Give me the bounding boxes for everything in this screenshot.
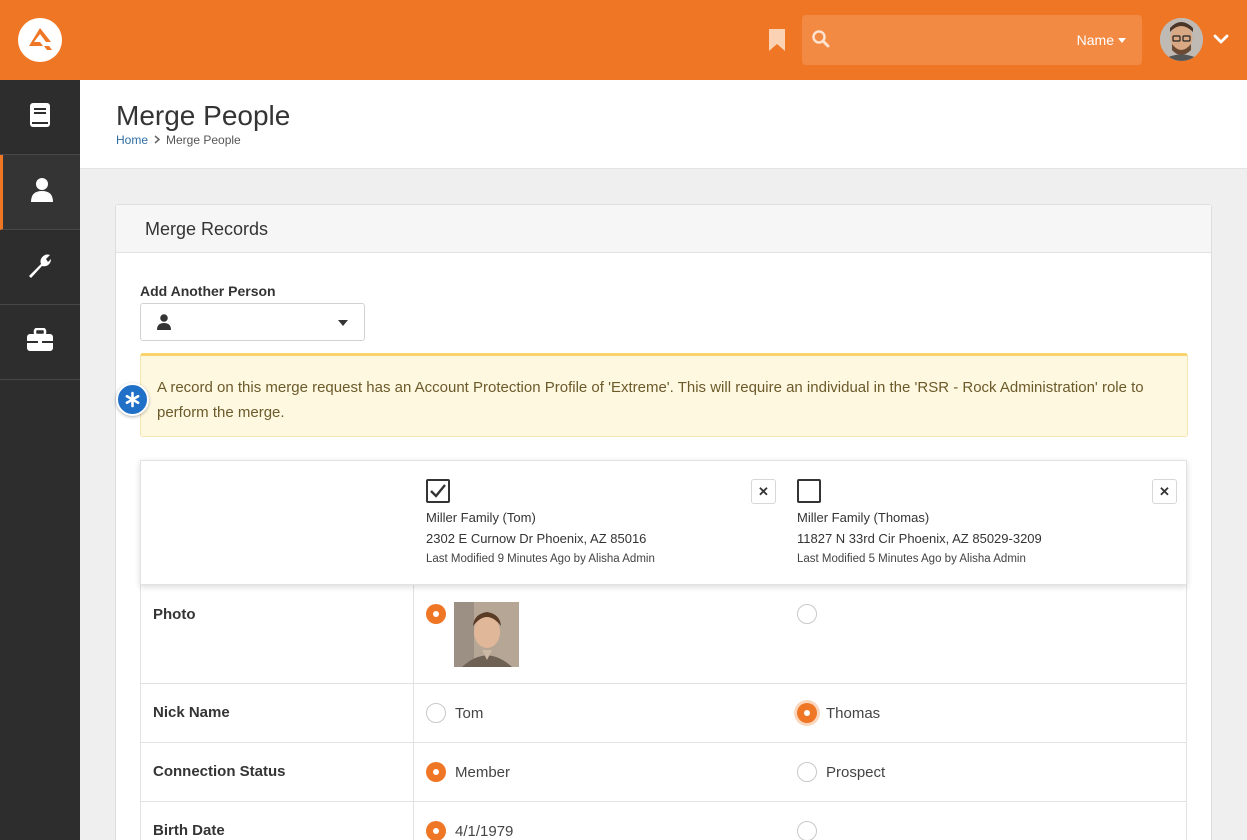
search-bar[interactable]: Name: [802, 15, 1142, 65]
user-icon: [30, 177, 54, 208]
breadcrumb: Home Merge People: [116, 133, 241, 147]
option-value: Prospect: [826, 763, 886, 781]
option-value: 4/1/1979: [455, 822, 514, 840]
family-address: 11827 N 33rd Cir Phoenix, AZ 85029-3209: [797, 531, 1042, 546]
column-divider: [413, 585, 414, 683]
breadcrumb-current: Merge People: [166, 133, 241, 147]
column-divider: [413, 743, 414, 801]
primary-record-checkbox[interactable]: [797, 479, 821, 503]
add-person-label: Add Another Person: [140, 283, 276, 299]
chevron-right-icon: [154, 133, 161, 147]
avatar[interactable]: [1160, 18, 1203, 61]
radio-unselected[interactable]: [797, 604, 817, 624]
radio-unselected[interactable]: [797, 762, 817, 782]
last-modified: Last Modified 5 Minutes Ago by Alisha Ad…: [797, 553, 1026, 565]
wrench-icon: [26, 251, 54, 284]
remove-person-button[interactable]: ✕: [1152, 479, 1177, 504]
sidebar-item-people[interactable]: [0, 155, 80, 230]
search-icon: [812, 30, 830, 53]
radio-selected[interactable]: [426, 604, 446, 624]
nick-name-option-left[interactable]: Tom: [426, 703, 483, 723]
sidebar-item-admin[interactable]: [0, 305, 80, 380]
merge-row-birth-date: Birth Date 4/1/1979: [140, 802, 1187, 840]
row-label: Birth Date: [153, 822, 225, 839]
merge-row-connection-status: Connection Status Member Prospect: [140, 743, 1187, 802]
rock-logo-icon[interactable]: [18, 18, 62, 62]
birth-date-option-right[interactable]: [797, 821, 817, 840]
person-photo: [454, 602, 519, 667]
radio-selected[interactable]: [426, 821, 446, 840]
merge-row-photo: Photo: [140, 585, 1187, 684]
radio-selected[interactable]: [797, 703, 817, 723]
radio-unselected[interactable]: [797, 821, 817, 840]
sidebar: [0, 80, 80, 840]
search-filter-dropdown[interactable]: Name: [1077, 32, 1126, 48]
person-column-2: ✕ Miller Family (Thomas) 11827 N 33rd Ci…: [797, 461, 1178, 586]
birth-date-option-left[interactable]: 4/1/1979: [426, 821, 513, 840]
merge-person-header: ✕ Miller Family (Tom) 2302 E Curnow Dr P…: [140, 460, 1187, 585]
row-label: Photo: [153, 606, 196, 623]
radio-unselected[interactable]: [426, 703, 446, 723]
person-picker[interactable]: [140, 303, 365, 341]
column-divider: [413, 802, 414, 840]
photo-option-left[interactable]: [426, 604, 446, 624]
page-header: Merge People Home Merge People: [80, 80, 1247, 169]
option-value: Tom: [455, 704, 484, 722]
caret-down-icon: [338, 320, 348, 326]
warning-alert: A record on this merge request has an Ac…: [140, 353, 1188, 437]
remove-person-button[interactable]: ✕: [751, 479, 776, 504]
merge-row-nick-name: Nick Name Tom Thomas: [140, 684, 1187, 743]
row-label: Connection Status: [153, 763, 286, 780]
briefcase-icon: [26, 327, 54, 357]
page-title: Merge People: [116, 100, 291, 131]
family-name: Miller Family (Thomas): [797, 510, 930, 525]
chevron-down-icon[interactable]: [1213, 32, 1229, 50]
sidebar-item-tools[interactable]: [0, 230, 80, 305]
connection-status-option-left[interactable]: Member: [426, 762, 510, 782]
user-icon: [157, 314, 171, 335]
nick-name-option-right[interactable]: Thomas: [797, 703, 880, 723]
search-filter-label: Name: [1076, 32, 1114, 48]
option-value: Thomas: [826, 704, 881, 722]
last-modified: Last Modified 9 Minutes Ago by Alisha Ad…: [426, 553, 655, 565]
family-address: 2302 E Curnow Dr Phoenix, AZ 85016: [426, 531, 647, 546]
photo-option-right[interactable]: [797, 604, 817, 624]
top-navbar: Name: [0, 0, 1247, 80]
book-icon: [27, 102, 53, 133]
option-value: Member: [455, 763, 511, 781]
person-column-1: ✕ Miller Family (Tom) 2302 E Curnow Dr P…: [426, 461, 778, 586]
asterisk-icon[interactable]: [116, 383, 149, 416]
caret-down-icon: [1118, 37, 1126, 43]
bookmark-icon[interactable]: [768, 29, 786, 56]
primary-record-checkbox[interactable]: [426, 479, 450, 503]
row-label: Nick Name: [153, 704, 230, 721]
radio-selected[interactable]: [426, 762, 446, 782]
column-divider: [413, 684, 414, 742]
breadcrumb-home-link[interactable]: Home: [116, 133, 148, 147]
panel-title: Merge Records: [116, 205, 1211, 253]
family-name: Miller Family (Tom): [426, 510, 536, 525]
connection-status-option-right[interactable]: Prospect: [797, 762, 885, 782]
sidebar-item-books[interactable]: [0, 80, 80, 155]
